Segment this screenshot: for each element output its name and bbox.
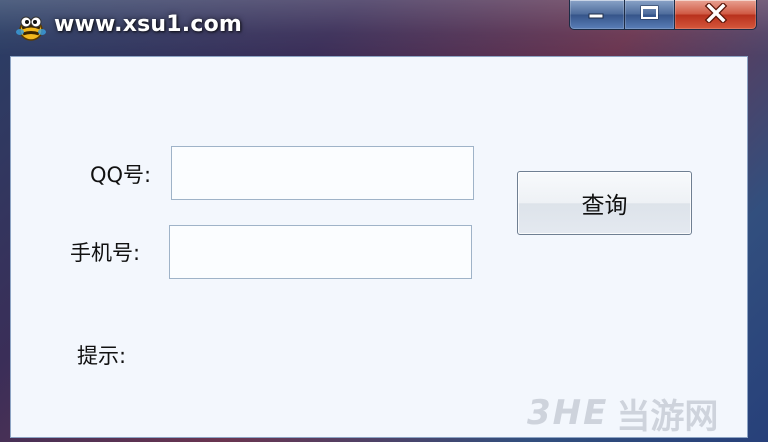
minimize-icon xyxy=(587,5,607,24)
close-button[interactable] xyxy=(675,0,757,30)
app-window: www.xsu1.com QQ号: 手机号: 查询 提示: 3HE 当游网 xyxy=(0,0,768,442)
watermark-brand: 3HE xyxy=(527,393,609,433)
qq-label: QQ号: xyxy=(90,163,152,187)
maximize-button[interactable] xyxy=(625,0,675,30)
site-watermark: 3HE 当游网 xyxy=(527,388,718,438)
phone-input[interactable] xyxy=(169,225,472,279)
caption-buttons xyxy=(569,0,757,32)
phone-label: 手机号: xyxy=(70,241,141,265)
minimize-button[interactable] xyxy=(569,0,625,30)
window-title: www.xsu1.com xyxy=(54,12,243,37)
client-area: QQ号: 手机号: 查询 提示: xyxy=(10,56,748,438)
qq-input[interactable] xyxy=(171,146,474,200)
watermark-site: 当游网 xyxy=(616,396,719,437)
title-bar[interactable]: www.xsu1.com xyxy=(0,0,768,56)
close-icon xyxy=(704,1,728,27)
bee-mascot-icon xyxy=(14,10,48,44)
tip-label: 提示: xyxy=(77,344,127,368)
query-button[interactable]: 查询 xyxy=(517,171,692,235)
maximize-icon xyxy=(639,4,661,26)
